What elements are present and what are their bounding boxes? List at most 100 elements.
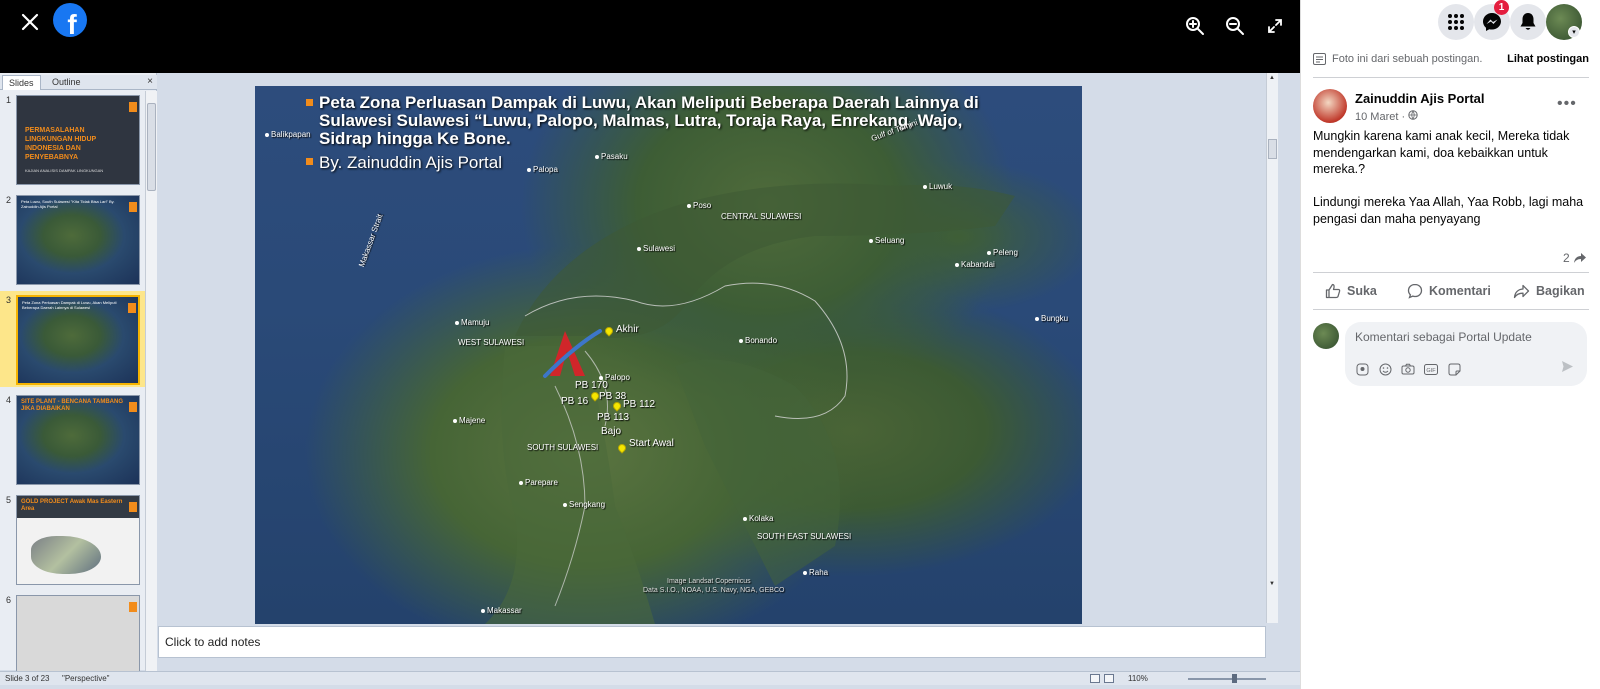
map-label-text: Raha bbox=[809, 568, 829, 577]
marker-label: Bajo bbox=[601, 426, 622, 437]
thumbnail-text: GOLD PROJECT Awak Mas Eastern Area bbox=[21, 499, 123, 512]
photo-viewer: f Slides Outline × 1 PERMASALAHAN LINGKU… bbox=[0, 0, 1300, 689]
thumbnail-image bbox=[31, 536, 101, 574]
sticker-icon[interactable] bbox=[1447, 362, 1461, 376]
comment-input[interactable] bbox=[1355, 330, 1575, 344]
notifications-button[interactable] bbox=[1510, 4, 1546, 40]
comment-icon bbox=[1407, 283, 1423, 299]
messenger-icon bbox=[1483, 13, 1501, 31]
avatar-sticker-icon[interactable] bbox=[1355, 362, 1369, 376]
view-post-link[interactable]: Lihat postingan bbox=[1507, 53, 1589, 65]
slide-map: Peta Zona Perluasan Dampak di Luwu, Akan… bbox=[255, 86, 1082, 624]
zoom-out-icon bbox=[1226, 17, 1244, 35]
map-label: Mamuju bbox=[455, 318, 489, 327]
map-label-text: Poso bbox=[693, 201, 712, 210]
map-label-text: Pasaku bbox=[601, 152, 628, 161]
map-label-text: Sengkang bbox=[569, 500, 606, 509]
map-label-text: Peleng bbox=[993, 248, 1018, 257]
author-name[interactable]: Zainuddin Ajis Portal bbox=[1355, 91, 1485, 106]
thumbnail-number: 3 bbox=[6, 295, 12, 305]
powerpoint-screenshot: Slides Outline × 1 PERMASALAHAN LINGKUNG… bbox=[0, 73, 1300, 689]
thumbnail-text: SITE PLANT - BENCANA TAMBANG JIKA DIABAI… bbox=[21, 399, 123, 412]
facebook-logo-letter: f bbox=[67, 9, 77, 37]
map-label: Palopa bbox=[527, 165, 558, 174]
share-count[interactable]: 2 bbox=[1563, 251, 1587, 265]
thumbnail-text: Peta Luwu, South Sulawesi "Kita Tidak Bi… bbox=[21, 199, 115, 209]
tab-outline: Outline bbox=[52, 77, 81, 87]
map-label: Seluang bbox=[869, 236, 904, 245]
map-label: Luwuk bbox=[923, 182, 952, 191]
thumbnail-accent bbox=[129, 102, 137, 112]
author-avatar[interactable] bbox=[1313, 89, 1347, 123]
thumbnail-number: 2 bbox=[6, 195, 12, 205]
post-note-text: Foto ini dari sebuah postingan. bbox=[1332, 53, 1483, 65]
thumbnail-row: 5 GOLD PROJECT Awak Mas Eastern Area bbox=[0, 491, 145, 587]
thumbnail-accent bbox=[128, 303, 136, 313]
share-button[interactable]: Bagikan bbox=[1513, 280, 1585, 302]
thumbnail-accent bbox=[129, 202, 137, 212]
map-label: Peleng bbox=[987, 248, 1018, 257]
marker-label: PB 170 bbox=[575, 380, 608, 391]
map-label-text: Parepare bbox=[525, 478, 558, 487]
map-label: Majene bbox=[453, 416, 485, 425]
map-label: SOUTH EAST SULAWESI bbox=[757, 532, 852, 541]
notes-pane: Click to add notes bbox=[158, 626, 1266, 658]
marker-label: Akhir bbox=[616, 324, 639, 335]
thumbnail-slide-5: GOLD PROJECT Awak Mas Eastern Area bbox=[16, 495, 140, 585]
map-label: Sengkang bbox=[563, 500, 605, 509]
map-label: Balikpapan bbox=[265, 130, 311, 139]
sorter-view-icon bbox=[1104, 674, 1114, 683]
slide-author: By. Zainuddin Ajis Portal bbox=[306, 153, 502, 172]
close-button[interactable] bbox=[14, 6, 46, 38]
camera-icon[interactable] bbox=[1401, 362, 1415, 376]
thumbnail-number: 6 bbox=[6, 595, 12, 605]
notes-placeholder: Click to add notes bbox=[165, 635, 261, 649]
fullscreen-button[interactable] bbox=[1261, 12, 1289, 40]
tab-slides: Slides bbox=[2, 75, 41, 90]
thumbnail-slide-2: Peta Luwu, South Sulawesi "Kita Tidak Bi… bbox=[16, 195, 140, 285]
post-icon bbox=[1313, 53, 1326, 65]
slide-scroll-thumb bbox=[1268, 139, 1277, 159]
post-date-text: 10 Maret · bbox=[1355, 111, 1409, 123]
thumbs-up-icon bbox=[1325, 283, 1341, 299]
like-button[interactable]: Suka bbox=[1325, 280, 1377, 302]
land-southeast-arm bbox=[675, 359, 840, 586]
marker-label: PB 16 bbox=[561, 396, 589, 407]
slide-scrollbar: ▲ ▼ bbox=[1266, 73, 1278, 623]
thumbnail-row: 1 PERMASALAHAN LINGKUNGAN HIDUP INDONESI… bbox=[0, 91, 145, 187]
bell-icon bbox=[1520, 13, 1536, 30]
normal-view-icon bbox=[1090, 674, 1100, 683]
emoji-icon[interactable] bbox=[1378, 362, 1392, 376]
imagery-credit: Image Landsat Copernicus bbox=[667, 578, 751, 585]
map-label-text: Makassar bbox=[487, 606, 522, 615]
zoom-out-button[interactable] bbox=[1221, 12, 1249, 40]
thumbnail-slide-3: Peta Zona Perluasan Dampak di Luwu, Akan… bbox=[16, 295, 140, 385]
more-options-button[interactable]: ••• bbox=[1557, 95, 1577, 113]
close-icon bbox=[21, 13, 39, 31]
map-label-text: Palopa bbox=[533, 165, 558, 174]
comment-button[interactable]: Komentari bbox=[1407, 280, 1491, 302]
map-label-text: Luwuk bbox=[929, 182, 953, 191]
viewer-topbar: f bbox=[0, 0, 1300, 72]
slides-pane: Slides Outline × 1 PERMASALAHAN LINGKUNG… bbox=[0, 73, 157, 671]
menu-button[interactable] bbox=[1438, 4, 1474, 40]
comment-label: Komentari bbox=[1429, 284, 1491, 298]
thumbnail-slide-4: SITE PLANT - BENCANA TAMBANG JIKA DIABAI… bbox=[16, 395, 140, 485]
post-date[interactable]: 10 Maret · bbox=[1355, 110, 1418, 123]
send-icon[interactable] bbox=[1561, 360, 1574, 376]
like-label: Suka bbox=[1347, 284, 1377, 298]
thumbnail-title: PERMASALAHAN LINGKUNGAN HIDUP INDONESIA … bbox=[25, 127, 97, 161]
thumbnail-number: 1 bbox=[6, 95, 12, 105]
share-count-value: 2 bbox=[1563, 251, 1570, 265]
ppt-statusbar: Slide 3 of 23 "Perspective" 110% bbox=[0, 671, 1300, 685]
pane-tabs: Slides Outline × bbox=[0, 75, 157, 90]
commenter-avatar[interactable] bbox=[1313, 323, 1339, 349]
comment-composer: GIF bbox=[1345, 322, 1587, 386]
facebook-post-panel: 1 ▾ Foto ini dari sebuah postingan. Liha… bbox=[1300, 0, 1600, 689]
zoom-in-button[interactable] bbox=[1181, 12, 1209, 40]
marker-label: PB 112 bbox=[623, 399, 656, 410]
facebook-logo[interactable]: f bbox=[53, 3, 87, 37]
map-label: SOUTH SULAWESI bbox=[527, 443, 599, 452]
svg-text:GIF: GIF bbox=[1426, 367, 1436, 373]
gif-icon[interactable]: GIF bbox=[1424, 362, 1438, 376]
